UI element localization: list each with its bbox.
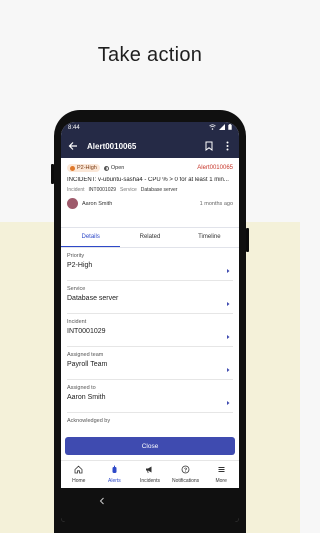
alerts-icon bbox=[110, 465, 119, 476]
home-icon bbox=[74, 465, 83, 476]
chevron-right-icon bbox=[225, 327, 231, 339]
app-bar: Alert0010065 bbox=[61, 134, 239, 158]
phone-screen: 8:44 Alert0010065 P2-High Open Alert0010… bbox=[61, 122, 239, 522]
field-label: Assigned team bbox=[67, 352, 104, 358]
user-name: Aaron Smith bbox=[82, 200, 113, 207]
signal-icon bbox=[219, 124, 225, 132]
avatar bbox=[67, 198, 78, 209]
nav-label: Alerts bbox=[108, 478, 121, 484]
field-value: Payroll Team bbox=[67, 361, 108, 368]
phone-frame: 8:44 Alert0010065 P2-High Open Alert0010… bbox=[51, 110, 249, 533]
field-label: Acknowledged by bbox=[67, 418, 111, 424]
status-bar: 8:44 bbox=[61, 122, 239, 134]
nav-label: Notifications bbox=[171, 478, 200, 484]
field-value: Database server bbox=[67, 295, 119, 302]
close-button[interactable]: Close bbox=[65, 437, 235, 455]
status-time: 8:44 bbox=[68, 125, 80, 131]
priority-dot-icon bbox=[70, 165, 75, 171]
incidents-icon bbox=[145, 465, 154, 476]
bottom-navigation: Home Alerts Incidents Notifications More bbox=[61, 460, 239, 488]
incident-value: INT0001029 bbox=[88, 187, 117, 193]
field-priority[interactable]: Priority P2-High bbox=[67, 248, 233, 281]
priority-badge: P2-High bbox=[67, 164, 100, 172]
system-nav-bar bbox=[61, 488, 239, 522]
more-vertical-icon[interactable] bbox=[221, 140, 233, 152]
nav-label: Home bbox=[72, 478, 86, 484]
state-label: Open bbox=[110, 165, 125, 171]
field-assigned-team[interactable]: Assigned team Payroll Team bbox=[67, 347, 233, 380]
field-value: Aaron Smith bbox=[67, 394, 106, 401]
time-ago: 1 months ago bbox=[199, 200, 233, 207]
service-value: Database server bbox=[140, 187, 178, 193]
headline: Take action bbox=[97, 44, 203, 66]
priority-badge-label: P2-High bbox=[77, 165, 97, 171]
notifications-icon bbox=[181, 465, 190, 476]
field-service[interactable]: Service Database server bbox=[67, 281, 233, 314]
power-button bbox=[246, 228, 249, 252]
wifi-icon bbox=[209, 124, 216, 132]
short-description: INCIDENT: v-ubuntu-sasha4 - CPU % > 0 fo… bbox=[67, 177, 229, 183]
app-bar-title: Alert0010065 bbox=[87, 141, 137, 151]
field-label: Incident bbox=[67, 319, 87, 325]
back-arrow-icon[interactable] bbox=[67, 140, 79, 152]
nav-item-incidents[interactable]: Incidents bbox=[132, 461, 168, 488]
nav-label: More bbox=[215, 478, 227, 484]
user-row: Aaron Smith 1 months ago bbox=[67, 198, 233, 209]
field-assigned-to[interactable]: Assigned to Aaron Smith bbox=[67, 380, 233, 413]
nav-item-more[interactable]: More bbox=[203, 461, 239, 488]
field-incident[interactable]: Incident INT0001029 bbox=[67, 314, 233, 347]
tab-related[interactable]: Related bbox=[120, 228, 179, 247]
state-indicator: Open bbox=[103, 165, 125, 171]
field-value: INT0001029 bbox=[67, 328, 106, 335]
field-label: Assigned to bbox=[67, 385, 96, 391]
chevron-right-icon bbox=[225, 294, 231, 306]
field-value: P2-High bbox=[67, 262, 93, 269]
alert-summary: P2-High Open Alert0010065 INCIDENT: v-ub… bbox=[61, 158, 239, 228]
details-list: Priority P2-High Service Database server… bbox=[61, 248, 239, 446]
chevron-right-icon bbox=[225, 261, 231, 273]
incident-label: Incident bbox=[67, 187, 85, 193]
meta-row: Incident INT0001029 Service Database ser… bbox=[67, 187, 233, 193]
service-label: Service bbox=[120, 187, 137, 193]
tab-details[interactable]: Details bbox=[61, 228, 121, 247]
nav-label: Incidents bbox=[139, 478, 160, 484]
alert-number: Alert0010065 bbox=[197, 165, 233, 171]
chevron-right-icon bbox=[225, 360, 231, 372]
field-label: Service bbox=[67, 286, 86, 292]
more-icon bbox=[217, 465, 226, 476]
battery-icon bbox=[228, 124, 232, 132]
bookmark-icon[interactable] bbox=[203, 140, 215, 152]
nav-item-notifications[interactable]: Notifications bbox=[168, 461, 204, 488]
detail-tabs: Details Related Timeline bbox=[61, 228, 239, 248]
half-circle-icon bbox=[103, 165, 109, 171]
nav-item-home[interactable]: Home bbox=[61, 461, 97, 488]
volume-button bbox=[51, 164, 54, 184]
field-label: Priority bbox=[67, 253, 85, 259]
nav-item-alerts[interactable]: Alerts bbox=[97, 461, 133, 488]
tab-timeline[interactable]: Timeline bbox=[180, 228, 239, 247]
chevron-right-icon bbox=[225, 393, 231, 405]
system-back-icon[interactable] bbox=[99, 497, 105, 507]
